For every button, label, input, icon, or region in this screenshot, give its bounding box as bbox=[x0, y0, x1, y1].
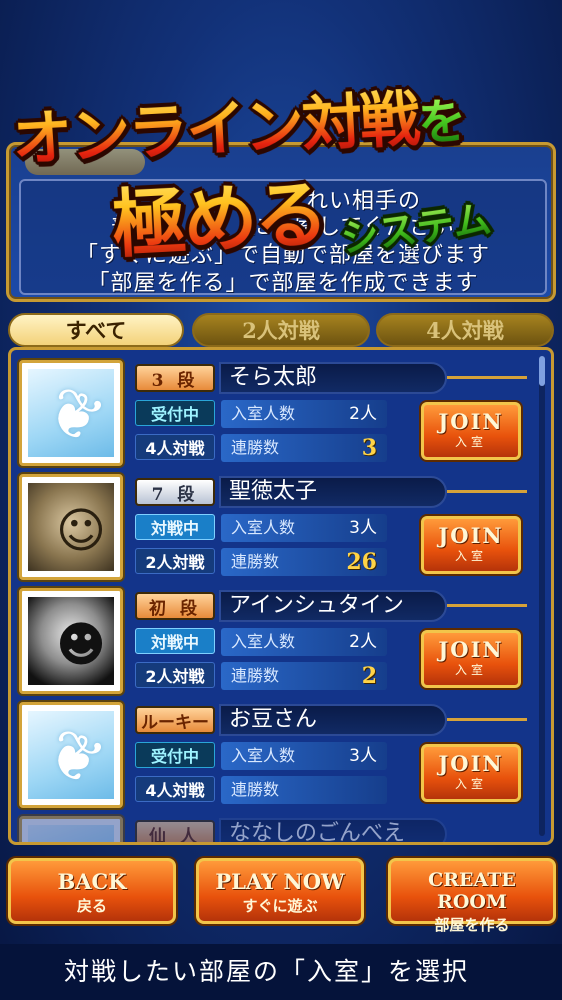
rank-badge: ルーキー bbox=[135, 706, 215, 734]
portrait-icon: ☻ bbox=[56, 617, 107, 673]
occupancy-label: 入室人数 bbox=[231, 404, 296, 423]
status-badge: 受付中 bbox=[135, 400, 215, 426]
occupancy-value: 3人 bbox=[349, 746, 377, 766]
divider bbox=[447, 604, 527, 607]
headline-line-2: 極める bbox=[109, 154, 327, 272]
avatar: ☻ bbox=[19, 588, 123, 694]
divider bbox=[447, 376, 527, 379]
scrollbar-thumb[interactable] bbox=[539, 356, 545, 386]
mode-badge: 2人対戦 bbox=[135, 662, 215, 688]
occupancy-value: 2人 bbox=[349, 632, 377, 652]
divider bbox=[447, 718, 527, 721]
back-button[interactable]: BACK 戻る bbox=[8, 858, 176, 924]
player-name: ななしのごんべえ bbox=[219, 818, 447, 842]
occupancy-label: 入室人数 bbox=[231, 632, 296, 651]
status-badge: 受付中 bbox=[135, 742, 215, 768]
join-button[interactable]: JOIN 入室 bbox=[421, 402, 521, 460]
instruction-caption: 対戦したい部屋の「入室」を選択 bbox=[0, 944, 562, 1000]
occupancy-label: 入室人数 bbox=[231, 746, 296, 765]
rank-badge: 7 段 bbox=[135, 478, 215, 506]
join-button[interactable]: JOIN 入室 bbox=[421, 630, 521, 688]
mode-badge: 4人対戦 bbox=[135, 434, 215, 460]
rank-badge: 初 段 bbox=[135, 592, 215, 620]
streak-label: 連勝数 bbox=[231, 438, 280, 457]
headline-particle: を bbox=[416, 93, 466, 152]
occupancy-row: 入室人数 2人 bbox=[221, 628, 387, 656]
player-name: そら太郎 bbox=[219, 362, 447, 394]
tab-2-player[interactable]: 2人対戦 bbox=[192, 313, 370, 347]
room-row: ☻ 初 段 アインシュタイン 対戦中 2人対戦 入室人数 2人 連勝数 2 JOIN… bbox=[19, 588, 539, 694]
avatar: ❦ bbox=[19, 360, 123, 466]
player-name: お豆さん bbox=[219, 704, 447, 736]
streak-row: 連勝数 2 bbox=[221, 662, 387, 690]
play-now-button[interactable]: PLAY NOW すぐに遊ぶ bbox=[196, 858, 364, 924]
rank-badge: 3 段 bbox=[135, 364, 215, 392]
mode-badge: 4人対戦 bbox=[135, 776, 215, 802]
room-row: ☺ 7 段 聖徳太子 対戦中 2人対戦 入室人数 3人 連勝数 26 JOIN 入室 bbox=[19, 474, 539, 580]
streak-label: 連勝数 bbox=[231, 780, 280, 799]
streak-value: 3 bbox=[361, 435, 377, 461]
join-button[interactable]: JOIN 入室 bbox=[421, 744, 521, 802]
portrait-icon: ☺ bbox=[56, 503, 107, 559]
feather-icon: ❦ bbox=[34, 371, 115, 461]
room-row: ❦ 3 段 そら太郎 受付中 4人対戦 入室人数 2人 連勝数 3 JOIN 入室 bbox=[19, 360, 539, 466]
avatar: ❦ bbox=[19, 702, 123, 808]
avatar bbox=[19, 816, 123, 842]
streak-value: 2 bbox=[361, 663, 377, 689]
room-row: 仙 人 ななしのごんべえ bbox=[19, 816, 539, 842]
streak-value: 26 bbox=[346, 549, 377, 575]
occupancy-label: 入室人数 bbox=[231, 518, 296, 537]
avatar: ☺ bbox=[19, 474, 123, 580]
streak-row: 連勝数 26 bbox=[221, 548, 387, 576]
occupancy-value: 3人 bbox=[349, 518, 377, 538]
status-badge: 対戦中 bbox=[135, 514, 215, 540]
occupancy-row: 入室人数 3人 bbox=[221, 742, 387, 770]
tab-all[interactable]: すべて bbox=[8, 313, 184, 347]
streak-row: 連勝数 3 bbox=[221, 434, 387, 462]
promo-headline: オンライン対戦を 極める システム bbox=[0, 60, 562, 270]
streak-label: 連勝数 bbox=[231, 552, 280, 571]
create-room-button[interactable]: CREATE ROOM 部屋を作る bbox=[388, 858, 556, 934]
tab-4-player[interactable]: 4人対戦 bbox=[376, 313, 554, 347]
streak-row: 連勝数 bbox=[221, 776, 387, 804]
player-name: アインシュタイン bbox=[219, 590, 447, 622]
room-list[interactable]: ❦ 3 段 そら太郎 受付中 4人対戦 入室人数 2人 連勝数 3 JOIN 入室 ☺… bbox=[8, 347, 554, 845]
status-badge: 対戦中 bbox=[135, 628, 215, 654]
mode-badge: 2人対戦 bbox=[135, 548, 215, 574]
feather-icon: ❦ bbox=[34, 713, 115, 803]
streak-label: 連勝数 bbox=[231, 666, 280, 685]
rank-badge: 仙 人 bbox=[135, 820, 215, 842]
occupancy-value: 2人 bbox=[349, 404, 377, 424]
occupancy-row: 入室人数 2人 bbox=[221, 400, 387, 428]
join-button[interactable]: JOIN 入室 bbox=[421, 516, 521, 574]
player-name: 聖徳太子 bbox=[219, 476, 447, 508]
occupancy-row: 入室人数 3人 bbox=[221, 514, 387, 542]
scrollbar[interactable] bbox=[539, 356, 545, 836]
filter-tabs: すべて 2人対戦 4人対戦 bbox=[8, 313, 554, 347]
divider bbox=[447, 490, 527, 493]
room-row: ❦ ルーキー お豆さん 受付中 4人対戦 入室人数 3人 連勝数 JOIN 入室 bbox=[19, 702, 539, 808]
headline-line-3: システム bbox=[337, 188, 494, 263]
